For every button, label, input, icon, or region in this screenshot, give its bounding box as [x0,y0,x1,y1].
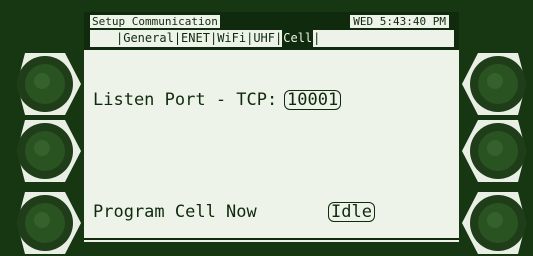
program-cell-label: Program Cell Now [93,202,257,222]
tab-bar: |General|ENET|WiFi|UHF|Cell| [90,30,454,47]
softkey-button-icon [17,192,81,254]
tab-uhf[interactable]: UHF [253,30,275,47]
right-softkey-3[interactable] [462,190,528,256]
program-cell-status-button[interactable]: Idle [328,202,375,222]
left-softkey-3[interactable] [15,190,81,256]
tab-general[interactable]: General [123,30,174,47]
title-bar: Setup Communication WED 5:43:40 PM |Gene… [84,12,459,50]
softkey-button-icon [17,53,81,115]
tab-enet[interactable]: ENET [181,30,210,47]
lcd-screen: Setup Communication WED 5:43:40 PM |Gene… [84,12,459,242]
right-softkey-1[interactable] [462,51,528,117]
divider [84,238,459,240]
clock-readout: WED 5:43:40 PM [350,15,449,28]
left-softkey-1[interactable] [15,51,81,117]
listen-port-field[interactable]: 10001 [284,90,342,110]
left-softkey-2[interactable] [15,118,81,184]
softkey-button-icon [462,53,526,115]
softkey-button-icon [17,120,81,182]
softkey-button-icon [462,120,526,182]
screen-title: Setup Communication [90,15,220,28]
softkey-button-icon [462,192,526,254]
listen-port-label: Listen Port - TCP: [93,90,278,110]
tab-cell[interactable]: Cell [282,30,314,47]
right-softkey-2[interactable] [462,118,528,184]
tab-wifi[interactable]: WiFi [217,30,246,47]
